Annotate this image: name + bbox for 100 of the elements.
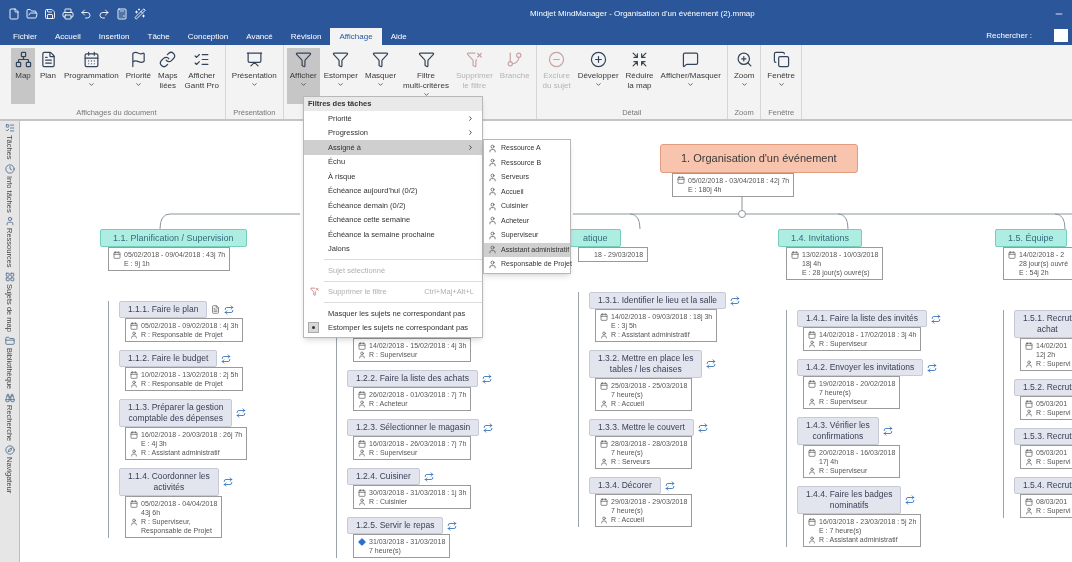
task-icon[interactable]: [730, 295, 741, 306]
folder-icon: [4, 335, 15, 346]
person-icon: [130, 448, 138, 457]
caret-icon: [422, 91, 430, 98]
ribbon-tab[interactable]: Avancé: [237, 28, 282, 45]
task-icon[interactable]: [481, 373, 492, 384]
subtopic-node[interactable]: 1.3.4. Décorer: [589, 477, 661, 494]
topic-node[interactable]: 1.4. Invitations: [778, 229, 863, 247]
ribbon-tab[interactable]: Accueil: [46, 28, 90, 45]
task-icon[interactable]: [882, 426, 893, 436]
person-icon: [488, 201, 497, 211]
redo-icon[interactable]: [98, 7, 110, 20]
flag-icon: [129, 51, 147, 68]
ribbon-button[interactable]: Programmation: [61, 48, 122, 104]
subtopic-node[interactable]: 1.2.2. Faire la liste des achats: [347, 370, 478, 387]
task-icon[interactable]: [483, 422, 494, 433]
save-icon[interactable]: [44, 7, 56, 20]
central-topic-node[interactable]: 1. Organisation d'un événement: [660, 144, 858, 173]
print-icon[interactable]: [62, 7, 74, 20]
ribbon-tab[interactable]: Révision: [281, 28, 331, 45]
collapse-icon: [631, 51, 649, 68]
task-icon[interactable]: [423, 471, 434, 482]
open-folder-icon[interactable]: [26, 7, 38, 20]
wand-icon[interactable]: [134, 7, 146, 20]
caret-icon: [687, 81, 695, 88]
search-label: Rechercher :: [986, 30, 1032, 42]
ribbon-button[interactable]: Fenêtre: [764, 48, 798, 104]
person-icon: [488, 143, 497, 153]
subtopic-node[interactable]: 1.5.1. Recrut achat: [1014, 310, 1072, 338]
ribbon-button[interactable]: Map: [11, 48, 35, 104]
subtopic-node[interactable]: 1.1.3. Préparer la gestion comptable des dépenses: [119, 399, 233, 427]
subtopic-node[interactable]: 1.3.3. Mettre le couvert: [589, 419, 694, 436]
task-icon[interactable]: [447, 520, 458, 531]
calendar-icon: [1025, 497, 1033, 506]
compass-icon: [4, 445, 15, 456]
ribbon-tab[interactable]: Aide: [381, 28, 416, 45]
subtopic-node[interactable]: 1.1.4. Coordonner les activités: [119, 468, 219, 496]
new-file-icon[interactable]: [8, 7, 20, 20]
ribbon-tab[interactable]: Fichier: [4, 28, 46, 45]
subtopic-node[interactable]: 1.4.2. Envoyer les invitations: [797, 359, 924, 376]
task-icon[interactable]: [222, 477, 233, 487]
checklist-icon: [193, 51, 211, 68]
ribbon-tab[interactable]: Insertion: [89, 28, 139, 45]
task-icon[interactable]: [664, 480, 675, 491]
task-icon[interactable]: [927, 362, 938, 373]
calendar-icon: [130, 499, 138, 508]
ribbon-button[interactable]: Réduire la map: [622, 48, 657, 104]
topic-node[interactable]: atique: [570, 229, 621, 247]
topic-node[interactable]: 1.5. Équipe: [995, 229, 1067, 247]
speech-bubble-icon: [682, 51, 700, 68]
funnel-icon: [294, 51, 312, 68]
ribbon-button[interactable]: Zoom: [730, 48, 758, 104]
task-icon[interactable]: [221, 353, 232, 364]
person-icon: [600, 515, 608, 524]
ribbon-button[interactable]: Afficher/Masquer: [657, 48, 724, 104]
undo-icon[interactable]: [80, 7, 92, 20]
person-icon: [488, 230, 497, 240]
task-icon[interactable]: [706, 359, 717, 369]
ribbon-button[interactable]: Présentation: [228, 48, 280, 104]
subtopic-node[interactable]: 1.2.5. Servir le repas: [347, 517, 444, 534]
subtopic-node[interactable]: 1.4.4. Faire les badges nominatifs: [797, 486, 902, 514]
subtopic-node[interactable]: 1.4.3. Vérifier les confirmations: [797, 417, 879, 445]
task-icon[interactable]: [905, 495, 916, 505]
ribbon-button[interactable]: Priorité: [122, 48, 155, 104]
ribbon-tab[interactable]: Conception: [178, 28, 238, 45]
ribbon-button[interactable]: Maps liées: [155, 48, 181, 104]
subtopic-node[interactable]: 1.5.4. Recrut: [1014, 477, 1072, 494]
funnel-remove-icon: [465, 51, 483, 68]
subtopic-node[interactable]: 1.5.2. Recrut: [1014, 379, 1072, 396]
subtopic-node[interactable]: 1.5.3. Recrut: [1014, 428, 1072, 445]
person-icon: [488, 158, 497, 168]
subtopic-node[interactable]: 1.3.2. Mettre en place les tables / les chaises: [589, 350, 703, 378]
subtopic-node[interactable]: 1.1.1. Faire le plan: [119, 301, 208, 318]
minus-circle-icon: [548, 51, 566, 68]
topic-node[interactable]: 1.1. Planification / Supervision: [100, 229, 247, 247]
link-icon: [159, 51, 177, 68]
task-icon[interactable]: [224, 304, 235, 315]
person-icon: [1025, 506, 1033, 515]
subtopic-node[interactable]: 1.2.3. Sélectionner le magasin: [347, 419, 480, 436]
note-icon[interactable]: [211, 305, 221, 314]
search-field[interactable]: [1054, 29, 1068, 42]
person-icon: [130, 517, 138, 526]
ribbon-button[interactable]: Afficher Gantt Pro: [181, 48, 222, 104]
calculator-icon[interactable]: [116, 7, 128, 20]
task-icon[interactable]: [697, 422, 708, 433]
subtopic-node[interactable]: 1.1.2. Faire le budget: [119, 350, 218, 367]
ribbon-button[interactable]: Plan: [36, 48, 60, 104]
caret-icon: [377, 81, 385, 88]
task-icon[interactable]: [236, 408, 247, 418]
task-icon[interactable]: [931, 313, 941, 324]
ribbon-button[interactable]: Développer: [574, 48, 622, 104]
person-icon: [488, 259, 497, 269]
subtopic-node[interactable]: 1.4.1. Faire la liste des invités: [797, 310, 927, 327]
ribbon-tab[interactable]: Affichage: [330, 28, 382, 45]
ribbon-tab[interactable]: Tâche: [138, 28, 179, 45]
subtopic-node[interactable]: 1.2.4. Cuisiner: [347, 468, 420, 485]
subtopic-node[interactable]: 1.3.1. Identifier le lieu et la salle: [589, 292, 727, 309]
funnel-icon: [332, 51, 350, 68]
person-icon: [488, 187, 497, 197]
person-icon: [130, 379, 138, 388]
